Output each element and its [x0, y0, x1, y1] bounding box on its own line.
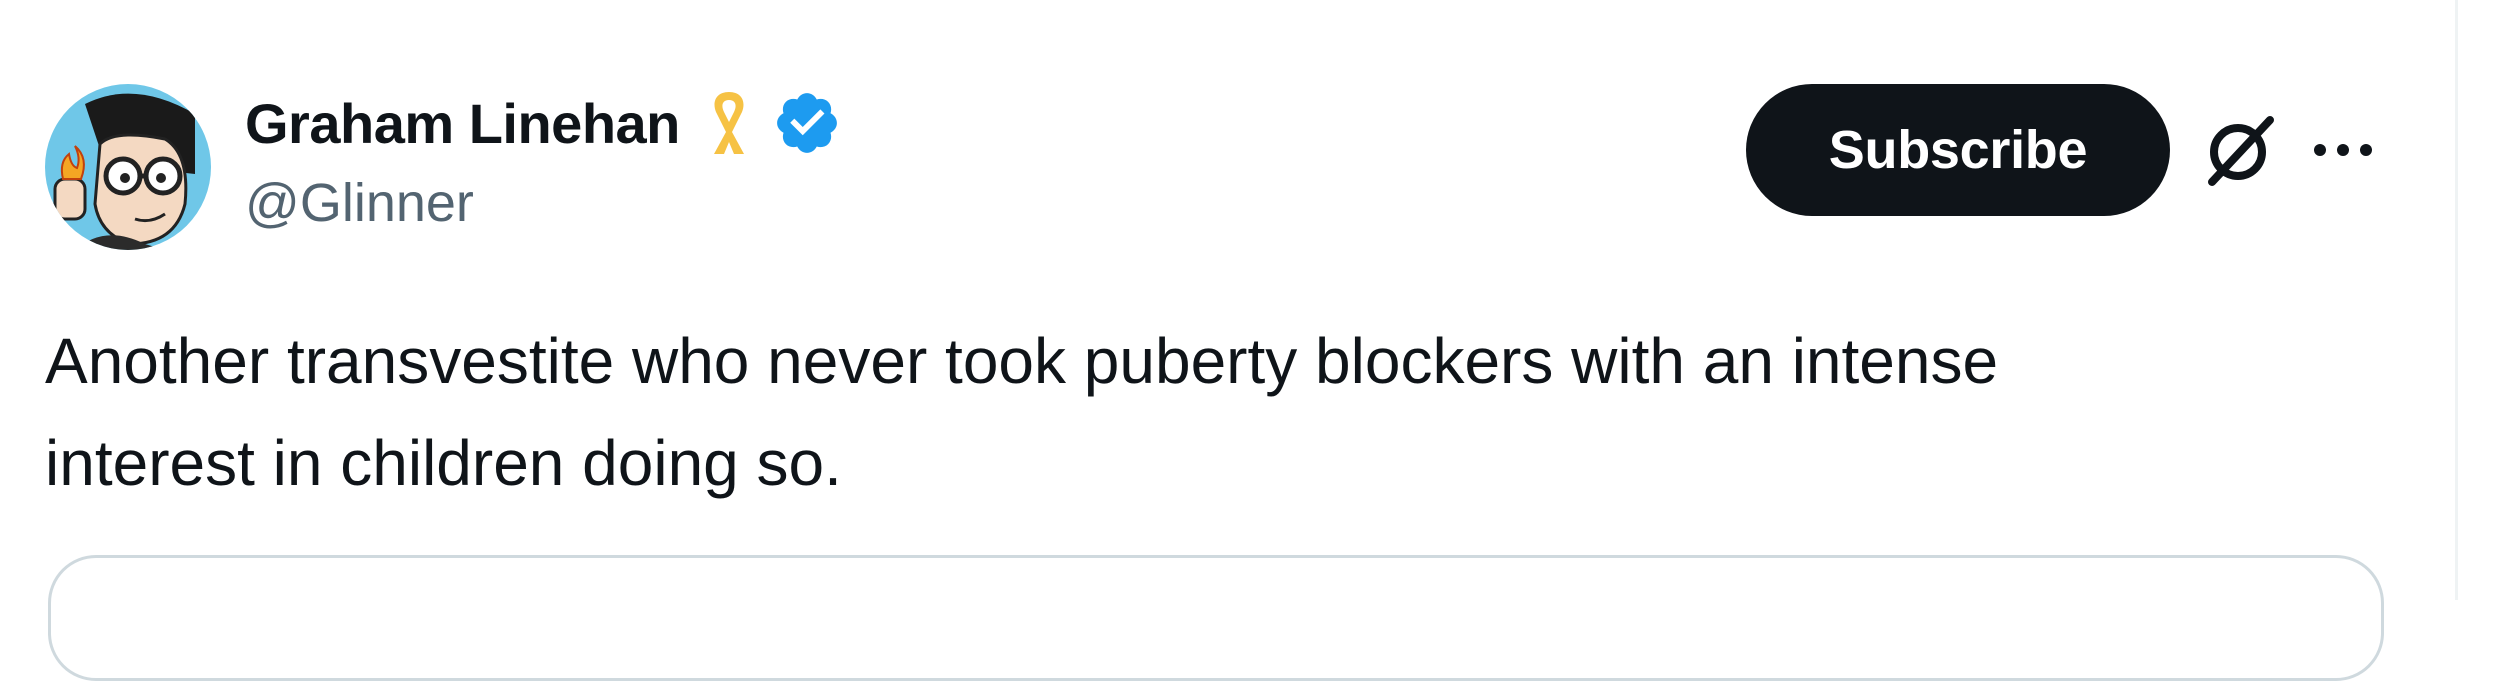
verified-badge-icon[interactable]	[772, 88, 842, 158]
author-handle[interactable]: @Glinner	[245, 172, 474, 234]
column-divider	[2455, 0, 2458, 600]
more-options-icon[interactable]	[2310, 128, 2376, 172]
subscribe-button[interactable]: Subscribe	[1746, 84, 2170, 216]
embedded-card[interactable]	[48, 555, 2384, 681]
author-avatar[interactable]	[45, 84, 211, 250]
tweet-article: Graham Linehan @Glinner Subscribe Anothe…	[0, 0, 2455, 681]
cartoon-avatar-icon	[45, 84, 211, 250]
grok-icon[interactable]	[2200, 110, 2280, 190]
tweet-text: Another transvestite who never took pube…	[45, 325, 1999, 499]
author-display-name[interactable]: Graham Linehan	[245, 91, 680, 156]
author-name-row: Graham Linehan	[245, 86, 842, 160]
yellow-ribbon-icon	[706, 88, 752, 158]
